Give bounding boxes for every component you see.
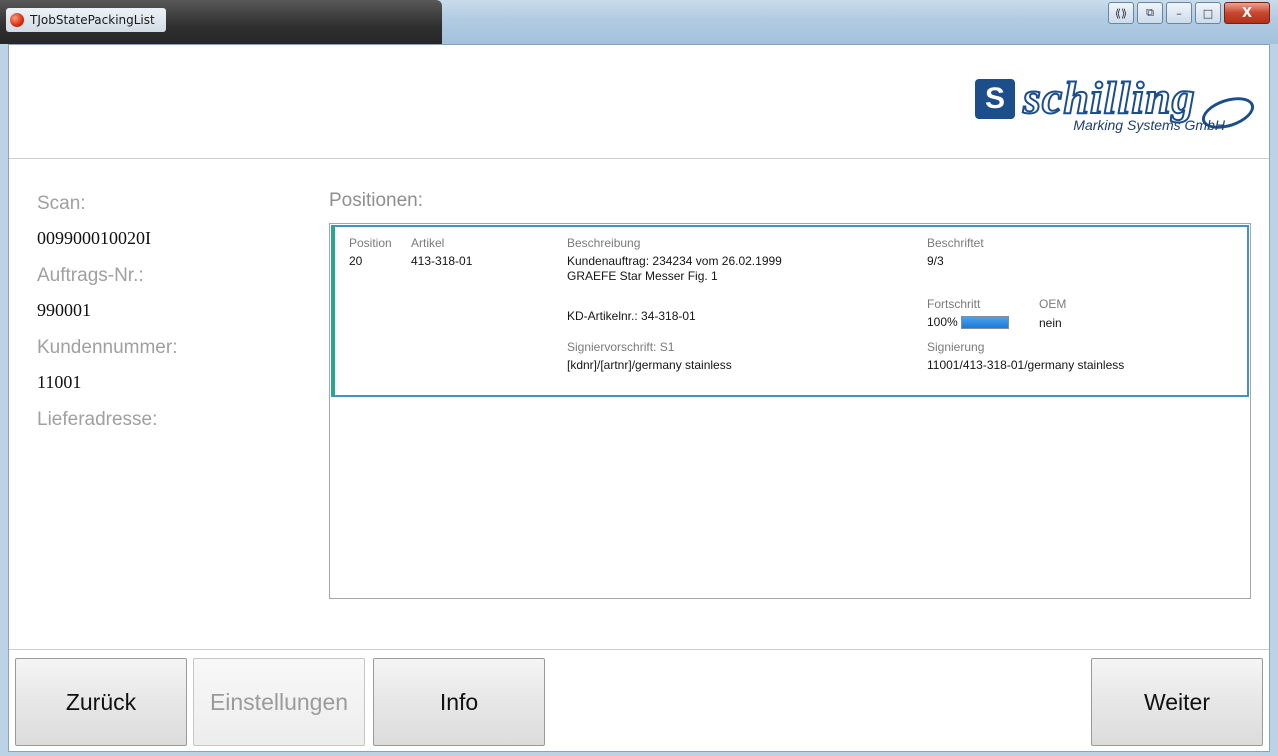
app-icon — [10, 13, 24, 27]
progress-indicator: 100% — [927, 315, 1009, 329]
window-title: TJobStatePackingList — [30, 13, 155, 27]
oem-header: OEM — [1039, 297, 1067, 311]
close-button[interactable]: X — [1224, 2, 1270, 24]
customer-number-value: 11001 — [37, 372, 82, 392]
caption-buttons: ⟪⟫ ⧉ – □ X — [1108, 2, 1270, 24]
maximize-button[interactable]: □ — [1195, 2, 1221, 24]
progress-percent: 100% — [927, 315, 958, 329]
description-header: Beschreibung — [567, 236, 641, 250]
info-button[interactable]: Info — [373, 658, 545, 746]
positions-label: Positionen: — [329, 190, 424, 211]
customer-article-number: KD-Artikelnr.: 34-318-01 — [567, 309, 696, 323]
signing-value: 11001/413-318-01/germany stainless — [927, 358, 1125, 372]
progress-header: Fortschritt — [927, 297, 981, 311]
next-button[interactable]: Weiter — [1091, 658, 1263, 746]
logo-mark: S — [975, 79, 1015, 119]
restore-icon-button[interactable]: ⧉ — [1137, 2, 1163, 24]
labeled-value: 9/3 — [927, 254, 944, 268]
customer-number-label: Kundennummer: — [37, 337, 178, 358]
description-line-2: GRAEFE Star Messer Fig. 1 — [567, 269, 718, 283]
footer-toolbar: Zurück Einstellungen Info Weiter — [9, 649, 1269, 751]
logo-subtitle: Marking Systems GmbH — [1073, 117, 1225, 133]
signing-rule-header: Signiervorschrift: S1 — [567, 340, 675, 354]
back-button[interactable]: Zurück — [15, 658, 187, 746]
position-value: 20 — [349, 254, 363, 268]
labeled-header: Beschriftet — [927, 236, 984, 250]
title-caption: TJobStatePackingList — [6, 8, 166, 32]
window-body: S schilling Marking Systems GmbH Scan: 0… — [8, 44, 1270, 752]
settings-button[interactable]: Einstellungen — [193, 658, 365, 746]
scan-value: 009900010020I — [37, 228, 151, 248]
order-number-value: 990001 — [37, 300, 91, 320]
signing-header: Signierung — [927, 340, 985, 354]
minimize-button[interactable]: – — [1166, 2, 1192, 24]
header: S schilling Marking Systems GmbH — [9, 45, 1269, 159]
progress-bar — [960, 315, 1009, 329]
title-bar[interactable]: TJobStatePackingList ⟪⟫ ⧉ – □ X — [0, 0, 1278, 44]
position-header: Position — [349, 236, 392, 250]
article-value: 413-318-01 — [411, 254, 473, 268]
order-number-label: Auftrags-Nr.: — [37, 265, 144, 286]
positions-list[interactable]: Position 20 Artikel 413-318-01 Beschreib… — [329, 223, 1251, 599]
title-tab: TJobStatePackingList — [0, 0, 442, 44]
delivery-address-label: Lieferadresse: — [37, 409, 158, 430]
order-info-panel: Scan: 009900010020I Auftrags-Nr.: 990001… — [37, 190, 317, 434]
company-logo: S schilling Marking Systems GmbH — [975, 71, 1259, 149]
oem-value: nein — [1039, 316, 1062, 330]
scan-label: Scan: — [37, 193, 86, 214]
nav-arrows-button[interactable]: ⟪⟫ — [1108, 2, 1134, 24]
description-line-1: Kundenauftrag: 234234 vom 26.02.1999 — [567, 254, 782, 268]
article-header: Artikel — [411, 236, 445, 250]
progress-bar-fill — [961, 316, 1008, 328]
position-row[interactable]: Position 20 Artikel 413-318-01 Beschreib… — [331, 225, 1249, 397]
signing-rule-value: [kdnr]/[artnr]/germany stainless — [567, 358, 732, 372]
